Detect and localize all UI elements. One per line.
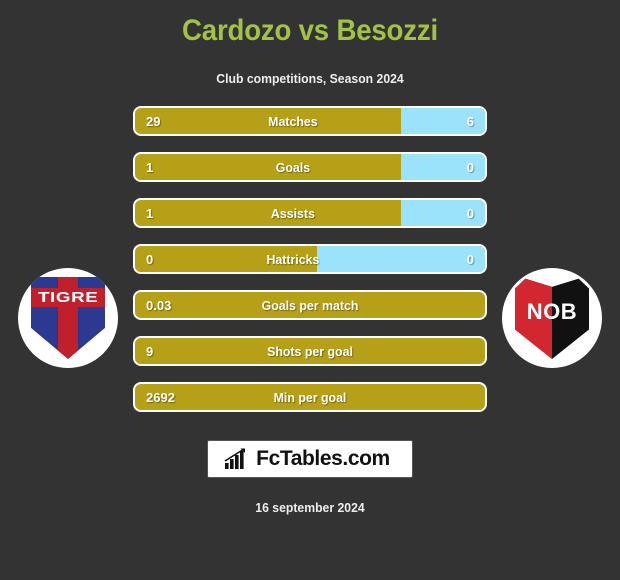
home-team-crest[interactable]: TIGRE xyxy=(18,268,118,368)
newells-crest-icon: NOB xyxy=(515,277,589,359)
stat-row-shots-per-goal[interactable]: 9 Shots per goal xyxy=(133,336,487,366)
stat-row-assists[interactable]: 1 Assists 0 xyxy=(133,198,487,228)
stat-row-hattricks[interactable]: 0 Hattricks 0 xyxy=(133,244,487,274)
home-value: 2692 xyxy=(146,389,175,405)
tigre-name-band: TIGRE xyxy=(31,288,105,307)
tigre-shield-shape: TIGRE xyxy=(31,277,105,359)
away-fill xyxy=(317,246,485,272)
home-value: 0.03 xyxy=(146,297,172,313)
home-value: 1 xyxy=(146,159,154,175)
generated-date: 16 september 2024 xyxy=(255,500,365,515)
away-team-crest[interactable]: NOB xyxy=(502,268,602,368)
fctables-logo[interactable]: FcTables.com xyxy=(207,440,413,478)
away-value: 0 xyxy=(466,205,474,221)
header: Cardozo vs Besozzi Club competitions, Se… xyxy=(0,0,620,88)
page-subtitle: Club competitions, Season 2024 xyxy=(216,71,404,86)
stat-row-goals-per-match[interactable]: 0.03 Goals per match xyxy=(133,290,487,320)
stat-label: Min per goal xyxy=(273,389,347,405)
brand-name: FcTables.com xyxy=(256,447,390,470)
comparison-panel: TIGRE NOB 29 Matches 6 1 Goals 0 1 Assis… xyxy=(0,106,620,412)
away-crest-label: NOB xyxy=(526,299,578,324)
home-value: 1 xyxy=(146,205,154,221)
stat-row-goals[interactable]: 1 Goals 0 xyxy=(133,152,487,182)
stat-label: Shots per goal xyxy=(267,343,353,359)
away-value: 0 xyxy=(466,159,474,175)
nob-shield-shape: NOB xyxy=(515,278,589,359)
stat-row-min-per-goal[interactable]: 2692 Min per goal xyxy=(133,382,487,412)
away-value: 6 xyxy=(466,113,474,129)
home-value: 0 xyxy=(146,251,154,267)
stat-row-matches[interactable]: 29 Matches 6 xyxy=(133,106,487,136)
home-value: 29 xyxy=(146,113,161,129)
home-value: 9 xyxy=(146,343,154,359)
bar-chart-growth-icon xyxy=(224,448,249,470)
stat-rows: 29 Matches 6 1 Goals 0 1 Assists 0 0 Hat… xyxy=(133,106,487,428)
stat-label: Goals per match xyxy=(261,297,359,313)
footer: FcTables.com 16 september 2024 xyxy=(0,440,620,515)
page-title: Cardozo vs Besozzi xyxy=(182,14,438,47)
away-value: 0 xyxy=(466,251,474,267)
home-crest-label: TIGRE xyxy=(37,288,99,306)
tigre-crest-icon: TIGRE xyxy=(31,277,105,359)
